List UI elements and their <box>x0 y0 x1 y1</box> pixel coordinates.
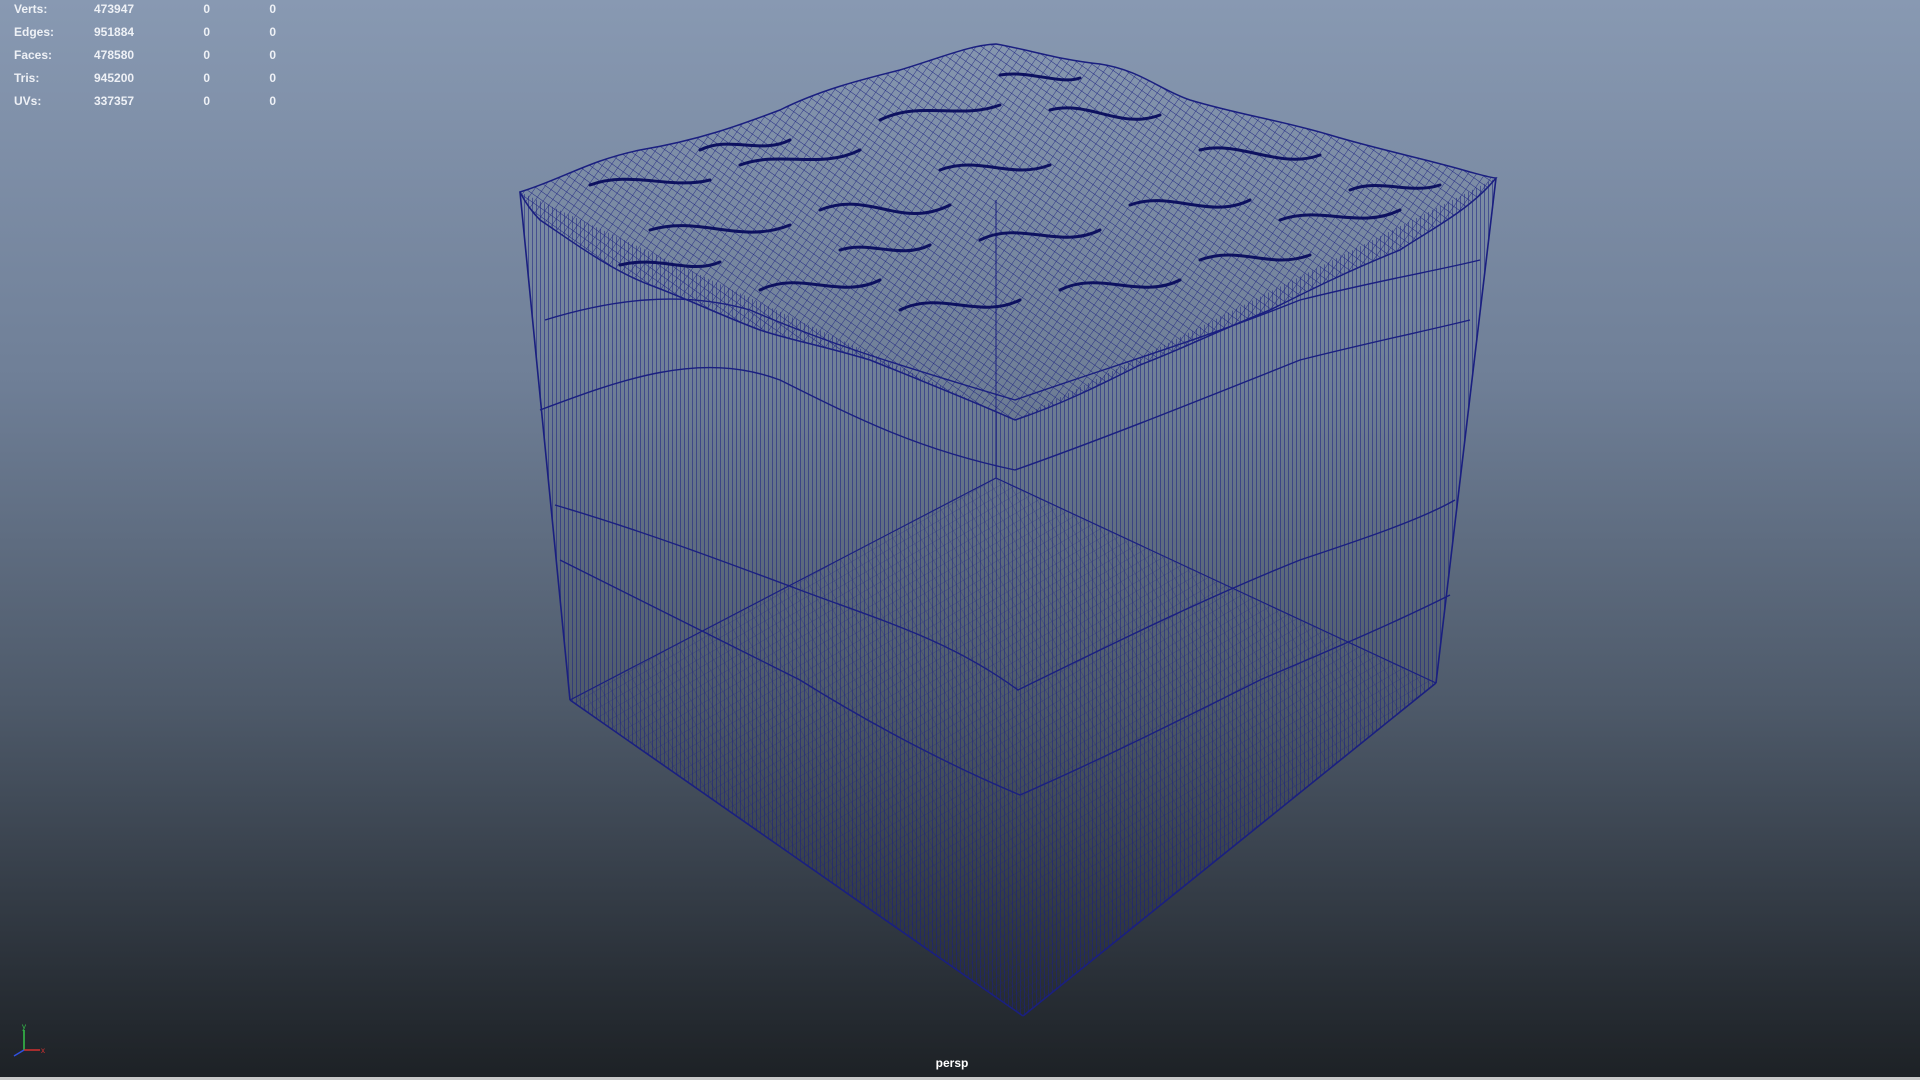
wireframe-mesh[interactable] <box>0 0 1920 1080</box>
camera-name-label: persp <box>935 1056 969 1070</box>
z-axis-line <box>13 1049 25 1057</box>
viewport-panel[interactable]: Verts: 473947 0 0 Edges: 951884 0 0 Face… <box>0 0 1920 1080</box>
view-axis-gizmo: y x <box>13 1022 45 1057</box>
x-axis-label: x <box>41 1046 45 1055</box>
y-axis-label: y <box>22 1022 26 1031</box>
